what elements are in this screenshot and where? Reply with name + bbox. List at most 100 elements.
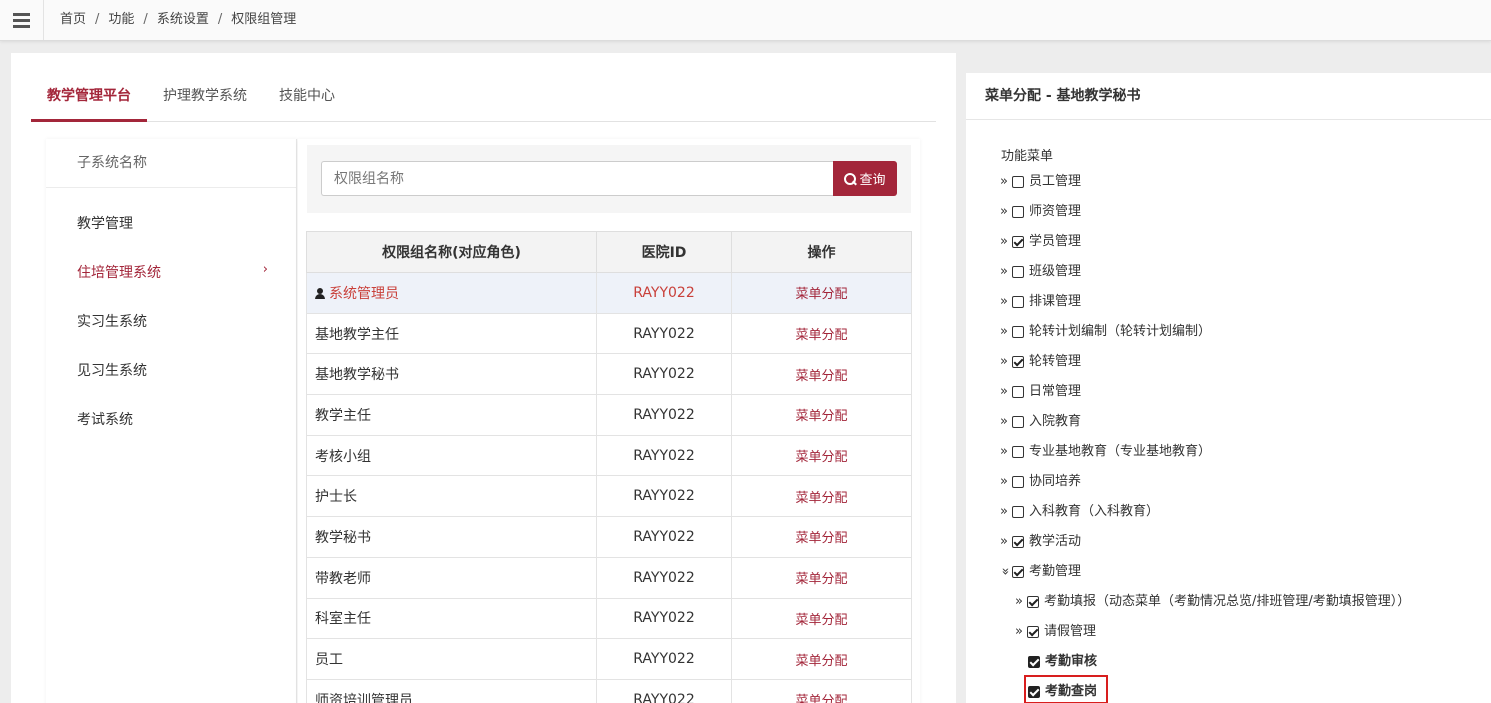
menu-tree-node[interactable]: » 日常管理 <box>1000 382 1081 402</box>
menu-tree-node-label: 员工管理 <box>1029 174 1082 189</box>
checkbox-empty-icon[interactable] <box>1012 266 1024 278</box>
menu-tree-node[interactable]: » 请假管理 <box>1015 622 1096 642</box>
menu-tree-node[interactable]: » 轮转管理 <box>1000 352 1081 372</box>
table-row[interactable]: 基地教学主任 RAYY022 菜单分配 <box>306 312 912 355</box>
table-row[interactable]: 教学秘书 RAYY022 菜单分配 <box>306 516 912 558</box>
checkbox-empty-icon[interactable] <box>1012 446 1024 458</box>
menu-tree-node-label: 轮转计划编制（轮转计划编制） <box>1029 324 1212 339</box>
menu-tree-node[interactable]: 考勤审核 <box>1028 652 1097 672</box>
menu-tree-node-label: 教学活动 <box>1029 534 1082 549</box>
tab-skill-center[interactable]: 技能中心 <box>279 75 335 122</box>
table-row[interactable]: 系统管理员 RAYY022 菜单分配 <box>306 272 912 314</box>
menu-assign-link[interactable]: 菜单分配 <box>731 272 912 314</box>
checkbox-checked-icon[interactable] <box>1027 596 1039 608</box>
chevron-right-icon[interactable]: » <box>1000 502 1009 522</box>
menu-assign-link[interactable]: 菜单分配 <box>731 312 912 355</box>
permission-group-search-input[interactable] <box>321 161 835 196</box>
subsystem-item-teaching-management[interactable]: 教学管理 <box>77 213 133 233</box>
menu-tree-node[interactable]: » 协同培养 <box>1000 472 1081 492</box>
search-button-label: 查询 <box>859 173 886 188</box>
checkbox-empty-icon[interactable] <box>1012 386 1024 398</box>
chevron-right-icon[interactable]: » <box>1015 622 1024 642</box>
chevron-right-icon[interactable]: » <box>1000 232 1009 252</box>
hamburger-menu-icon[interactable] <box>0 0 44 40</box>
checkbox-empty-icon[interactable] <box>1012 416 1024 428</box>
table-row[interactable]: 带教老师 RAYY022 菜单分配 <box>306 556 912 599</box>
chevron-right-icon[interactable]: » <box>1000 382 1009 402</box>
menu-tree-node[interactable]: » 轮转计划编制（轮转计划编制） <box>1000 322 1211 342</box>
menu-assign-link[interactable]: 菜单分配 <box>731 353 912 396</box>
menu-tree-node[interactable]: » 班级管理 <box>1000 262 1081 282</box>
menu-tree-node[interactable]: » 排课管理 <box>1000 292 1081 312</box>
tab-teaching-platform[interactable]: 教学管理平台 <box>31 75 147 122</box>
menu-assign-link[interactable]: 菜单分配 <box>731 597 912 640</box>
menu-tree-node[interactable]: » 专业基地教育（专业基地教育） <box>1000 442 1211 462</box>
checkbox-checked-icon[interactable] <box>1027 626 1039 638</box>
chevron-right-icon[interactable]: » <box>1000 202 1009 222</box>
checkbox-empty-icon[interactable] <box>1012 326 1024 338</box>
row-hospital-id: RAYY022 <box>596 678 732 703</box>
menu-assign-link[interactable]: 菜单分配 <box>731 394 912 436</box>
subsystem-item-residency-training[interactable]: 住培管理系统 <box>77 262 161 282</box>
checkbox-checked-icon[interactable] <box>1012 566 1024 578</box>
menu-tree-node-label: 考勤管理 <box>1029 564 1082 579</box>
subsystem-item-intern[interactable]: 实习生系统 <box>77 311 147 331</box>
menu-assign-link[interactable]: 菜单分配 <box>731 475 912 518</box>
menu-assign-link[interactable]: 菜单分配 <box>731 678 912 703</box>
chevron-right-icon[interactable]: » <box>1015 592 1024 612</box>
menu-tree-node[interactable]: » 入科教育（入科教育） <box>1000 502 1159 522</box>
table-row[interactable]: 护士长 RAYY022 菜单分配 <box>306 475 912 518</box>
menu-tree-root: 功能菜单 <box>1001 149 1054 164</box>
chevron-right-icon[interactable]: » <box>1000 292 1009 312</box>
checkbox-checked-icon[interactable] <box>1012 236 1024 248</box>
menu-assign-link[interactable]: 菜单分配 <box>731 556 912 599</box>
checkbox-empty-icon[interactable] <box>1012 206 1024 218</box>
table-row[interactable]: 考核小组 RAYY022 菜单分配 <box>306 434 912 477</box>
chevron-right-icon[interactable]: » <box>1000 472 1009 492</box>
top-bar: 首页 / 功能 / 系统设置 / 权限组管理 <box>0 0 1491 41</box>
row-hospital-id: RAYY022 <box>596 516 732 558</box>
table-row[interactable]: 教学主任 RAYY022 菜单分配 <box>306 394 912 436</box>
row-hospital-id: RAYY022 <box>596 475 732 518</box>
menu-tree-node[interactable]: » 考勤管理 <box>998 562 1082 582</box>
menu-assign-link[interactable]: 菜单分配 <box>731 516 912 558</box>
menu-assign-link[interactable]: 菜单分配 <box>731 638 912 680</box>
chevron-right-icon[interactable]: » <box>1000 412 1009 432</box>
column-header-group-name: 权限组名称(对应角色) <box>306 231 597 273</box>
menu-tree-node[interactable]: » 员工管理 <box>1000 172 1081 192</box>
menu-tree-node[interactable]: » 入院教育 <box>1000 412 1081 432</box>
breadcrumb-function[interactable]: 功能 <box>108 12 134 27</box>
row-hospital-id: RAYY022 <box>596 597 732 640</box>
breadcrumb-home[interactable]: 首页 <box>60 12 86 27</box>
tab-nursing-teaching[interactable]: 护理教学系统 <box>163 75 247 122</box>
chevron-right-icon[interactable]: » <box>1000 352 1009 372</box>
menu-tree-node[interactable]: » 考勤填报（动态菜单（考勤情况总览/排班管理/考勤填报管理）） <box>1015 592 1410 612</box>
column-header-operation: 操作 <box>731 231 912 273</box>
chevron-right-icon[interactable]: » <box>1000 172 1009 192</box>
subsystem-item-exam[interactable]: 考试系统 <box>77 409 133 429</box>
checkbox-checked-icon[interactable] <box>1012 356 1024 368</box>
chevron-right-icon[interactable]: » <box>1000 532 1009 552</box>
breadcrumb-system-settings[interactable]: 系统设置 <box>157 12 209 27</box>
menu-tree-node[interactable]: » 师资管理 <box>1000 202 1081 222</box>
chevron-right-icon[interactable]: » <box>1000 442 1009 462</box>
checkbox-empty-icon[interactable] <box>1012 506 1024 518</box>
menu-tree-node[interactable]: » 教学活动 <box>1000 532 1081 552</box>
checkbox-checked-icon[interactable] <box>1012 536 1024 548</box>
row-group-name: 教学秘书 <box>306 516 597 558</box>
table-row[interactable]: 基地教学秘书 RAYY022 菜单分配 <box>306 353 912 396</box>
search-button[interactable]: 查询 <box>833 161 897 196</box>
chevron-right-icon[interactable]: » <box>1000 322 1009 342</box>
checkbox-empty-icon[interactable] <box>1012 296 1024 308</box>
table-row[interactable]: 科室主任 RAYY022 菜单分配 <box>306 597 912 640</box>
checkbox-empty-icon[interactable] <box>1012 476 1024 488</box>
subsystem-item-trainee[interactable]: 见习生系统 <box>77 360 147 380</box>
highlight-box <box>1024 675 1108 703</box>
checkbox-empty-icon[interactable] <box>1012 176 1024 188</box>
chevron-right-icon[interactable]: » <box>1000 262 1009 282</box>
checkbox-checked-icon[interactable] <box>1028 656 1040 668</box>
table-row[interactable]: 员工 RAYY022 菜单分配 <box>306 638 912 680</box>
menu-assign-link[interactable]: 菜单分配 <box>731 434 912 477</box>
menu-tree-node[interactable]: » 学员管理 <box>1000 232 1081 252</box>
table-row[interactable]: 师资培训管理员 RAYY022 菜单分配 <box>306 678 912 703</box>
